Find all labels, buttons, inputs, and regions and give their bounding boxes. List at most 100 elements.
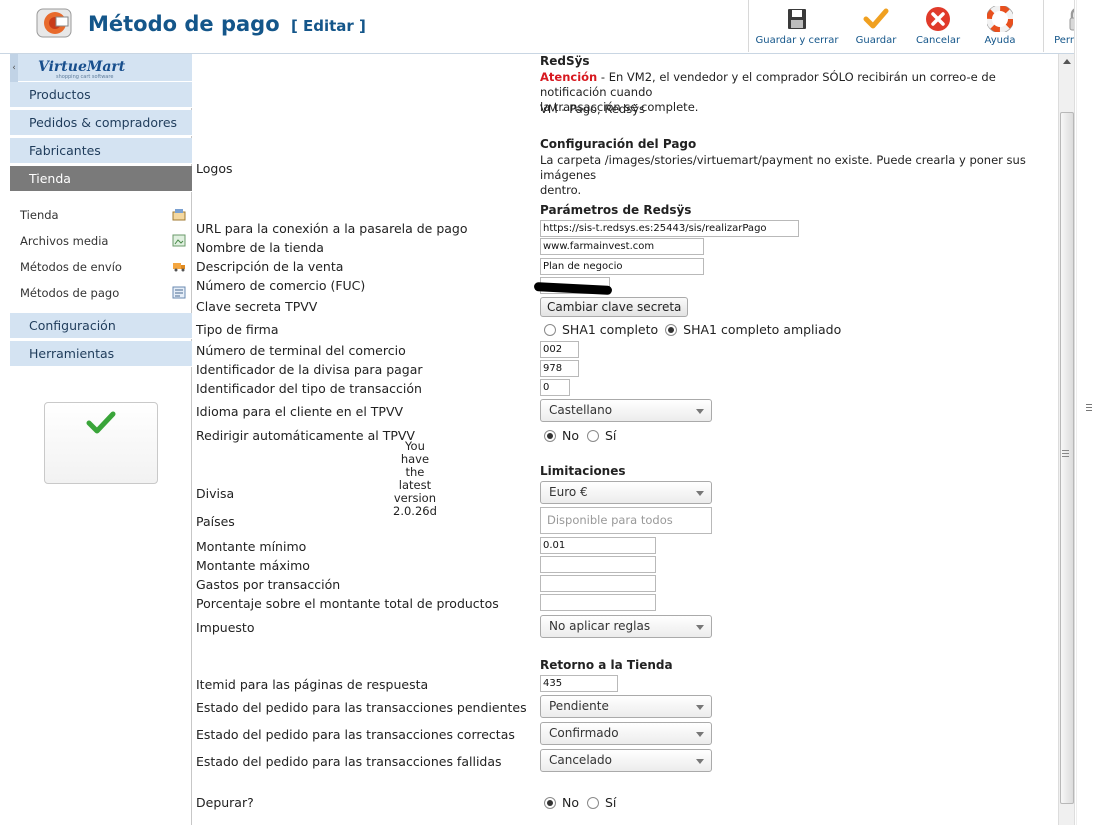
pending-status-label: Estado del pedido para las transacciones… [196, 700, 527, 715]
truck-icon [173, 263, 185, 272]
scrollbar-grip-icon [1062, 450, 1069, 451]
countries-input[interactable]: Disponible para todos [540, 507, 712, 534]
tax-select[interactable]: No aplicar reglas [540, 615, 712, 638]
sidebar-item-tienda[interactable]: Tienda [10, 166, 192, 192]
logo-subtitle: shopping cart software [56, 74, 114, 80]
redirect-no-label: No [562, 428, 579, 443]
sha1-label: SHA1 completo [562, 322, 659, 337]
sale-description-label: Descripción de la venta [196, 259, 344, 274]
percentage-input[interactable] [540, 594, 656, 611]
sidebar-subitem-label: Archivos media [20, 234, 109, 248]
section-limits-title: Limitaciones [540, 464, 626, 478]
floppy-icon [788, 9, 806, 29]
lifebuoy-icon [987, 6, 1013, 32]
sidebar-item-productos[interactable]: Productos [10, 82, 192, 108]
pending-status-select[interactable]: Pendiente [540, 695, 712, 718]
pending-status-value: Pendiente [549, 699, 609, 713]
secret-key-label: Clave secreta TPVV [196, 299, 318, 314]
virtuemart-logo: ‹ VirtueMart shopping cart software [10, 54, 192, 82]
auto-redirect-radios: No Sí [544, 428, 616, 443]
page-title-text: Método de pago [88, 12, 280, 36]
save-close-button[interactable]: Guardar y cerrar [749, 0, 845, 52]
shop-name-input[interactable]: www.farmainvest.com [540, 238, 704, 255]
sidebar-subitem-metodos-pago[interactable]: Métodos de pago [10, 280, 192, 306]
shop-icon [172, 209, 186, 221]
section-return-title: Retorno a la Tienda [540, 658, 673, 672]
page-title: Método de pago [ Editar ] [88, 12, 366, 36]
percentage-label: Porcentaje sobre el montante total de pr… [196, 596, 499, 611]
content-scrollbar[interactable] [1058, 54, 1074, 825]
logos-message: La carpeta /images/stories/virtuemart/pa… [540, 153, 1058, 198]
cancel-label: Cancelar [915, 35, 961, 46]
checkmark-icon [863, 8, 889, 29]
shop-name-label: Nombre de la tienda [196, 240, 324, 255]
itemid-input[interactable]: 435 [540, 675, 618, 692]
sale-description-input[interactable]: Plan de negocio [540, 258, 704, 275]
chevron-down-icon [696, 625, 704, 630]
latest-version-box: You have the latest version 2.0.26d [44, 402, 437, 518]
terminal-label: Número de terminal del comercio [196, 343, 406, 358]
chevron-down-icon [696, 759, 704, 764]
sidebar-subitem-label: Métodos de pago [20, 286, 120, 300]
edit-indicator: [ Editar ] [290, 17, 366, 35]
redirect-no-radio[interactable] [544, 429, 556, 442]
scrollbar-thumb[interactable] [1060, 112, 1074, 804]
failed-status-select[interactable]: Cancelado [540, 749, 712, 772]
currency-id-input[interactable]: 978 [540, 360, 579, 377]
confirmed-status-value: Confirmado [549, 726, 619, 740]
logos-message-2: dentro. [540, 183, 582, 197]
fuc-label: Número de comercio (FUC) [196, 278, 366, 293]
currency-select[interactable]: Euro € [540, 481, 712, 504]
scroll-up-arrow-icon[interactable] [1063, 59, 1071, 64]
page-scrollbar[interactable] [1074, 0, 1100, 825]
header: Método de pago [ Editar ] Guardar y cerr… [0, 0, 1100, 54]
sidebar-item-pedidos[interactable]: Pedidos & compradores [10, 110, 192, 136]
attention-label: Atención [540, 70, 598, 84]
section-params-title: Parámetros de Redsÿs [540, 203, 692, 217]
url-input[interactable]: https://sis-t.redsys.es:25443/sis/realiz… [540, 220, 799, 237]
page-scrollbar-track[interactable] [1076, 0, 1100, 825]
language-select-value: Castellano [549, 403, 613, 417]
help-label: Ayuda [984, 35, 1016, 46]
sidebar-subitem-metodos-envio[interactable]: Métodos de envío [10, 254, 192, 280]
max-amount-label: Montante máximo [196, 558, 310, 573]
help-button[interactable]: Ayuda [969, 0, 1031, 52]
countries-placeholder: Disponible para todos [547, 513, 673, 527]
checkmark-icon [86, 411, 116, 434]
failed-status-value: Cancelado [549, 753, 612, 767]
debug-radios: No Sí [544, 795, 616, 810]
sidebar-subitem-archivos-media[interactable]: Archivos media [10, 228, 192, 254]
transaction-type-input[interactable]: 0 [540, 379, 570, 396]
sha1-radio[interactable] [544, 323, 556, 336]
attention-text: - En VM2, el vendedor y el comprador SÓL… [540, 70, 996, 99]
confirmed-status-label: Estado del pedido para las transacciones… [196, 727, 515, 742]
min-amount-input[interactable]: 0.01 [540, 537, 656, 554]
language-select[interactable]: Castellano [540, 399, 712, 422]
max-amount-input[interactable] [540, 556, 656, 573]
sidebar-subitem-tienda[interactable]: Tienda [10, 202, 192, 228]
sidebar-subitem-label: Métodos de envío [20, 260, 122, 274]
plugin-description: VM - Pago, Redsÿs [540, 102, 645, 116]
save-button[interactable]: Guardar [845, 0, 907, 52]
sha1-extended-radio[interactable] [665, 323, 678, 336]
redirect-yes-radio[interactable] [587, 429, 599, 442]
language-label: Idioma para el cliente en el TPVV [196, 404, 404, 419]
cancel-button[interactable]: Cancelar [907, 0, 969, 52]
debug-no-label: No [562, 795, 579, 810]
sidebar-item-configuracion[interactable]: Configuración [10, 313, 192, 339]
payment-icon [36, 8, 72, 38]
transaction-fee-input[interactable] [540, 575, 656, 592]
debug-no-radio[interactable] [544, 796, 556, 809]
debug-yes-radio[interactable] [587, 796, 599, 809]
collapse-sidebar-button[interactable]: ‹ [10, 54, 18, 82]
confirmed-status-select[interactable]: Confirmado [540, 722, 712, 745]
logos-message-1: La carpeta /images/stories/virtuemart/pa… [540, 153, 1026, 182]
section-config-title: Configuración del Pago [540, 137, 697, 151]
sidebar-item-fabricantes[interactable]: Fabricantes [10, 138, 192, 164]
chevron-down-icon [696, 732, 704, 737]
change-secret-button[interactable]: Cambiar clave secreta [540, 297, 689, 317]
terminal-input[interactable]: 002 [540, 341, 579, 358]
sidebar-item-herramientas[interactable]: Herramientas [10, 341, 192, 367]
sidebar: ‹ VirtueMart shopping cart software Prod… [10, 54, 437, 825]
chevron-down-icon [696, 705, 704, 710]
